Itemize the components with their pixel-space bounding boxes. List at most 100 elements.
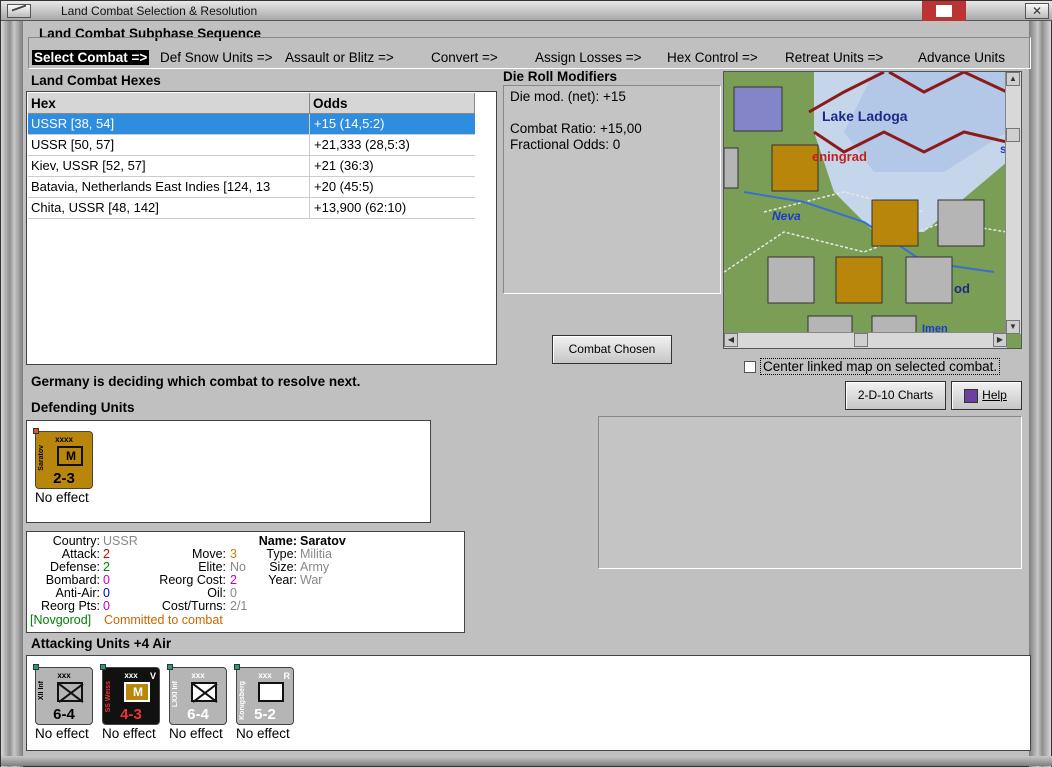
infantry-symbol-icon <box>191 682 217 702</box>
step-select-combat: Select Combat => <box>32 50 150 65</box>
map-counter[interactable] <box>937 199 985 247</box>
hex-cell: USSR [38, 54] <box>28 114 310 135</box>
unit-strength: 4-3 <box>120 706 142 723</box>
year-value: War <box>300 573 323 587</box>
unit-badge: V <box>149 671 156 681</box>
status-dot-icon <box>167 664 173 670</box>
attacking-units-box: xxx XII Inf 6-4 No effect xxx V SS Weiss… <box>26 655 1031 751</box>
scroll-left-icon[interactable]: ◀ <box>724 333 738 347</box>
table-row[interactable]: USSR [50, 57] +21,333 (28,5:3) <box>28 135 475 156</box>
attacking-title: Attacking Units +4 Air <box>31 636 172 651</box>
unit-size: xxxx <box>55 435 73 444</box>
hex-cell: USSR [50, 57] <box>28 135 310 156</box>
drm-line: Combat Ratio: +15,00 <box>510 121 642 136</box>
cost-turns-label: Cost/Turns: <box>161 599 226 613</box>
odds-cell: +20 (45:5) <box>310 177 475 198</box>
step-advance-units: Advance Units <box>918 50 1006 65</box>
scroll-right-icon[interactable]: ▶ <box>993 333 1007 347</box>
combat-chosen-button[interactable]: Combat Chosen <box>552 335 672 364</box>
drm-line <box>510 105 714 121</box>
map-horizontal-scrollbar[interactable]: ◀ ▶ <box>724 332 1007 348</box>
militia-symbol-icon: M <box>57 446 83 466</box>
hexes-title: Land Combat Hexes <box>31 73 161 88</box>
hex-cell: Batavia, Netherlands East Indies [124, 1… <box>28 177 310 198</box>
table-row[interactable]: Batavia, Netherlands East Indies [124, 1… <box>28 177 475 198</box>
die-roll-modifiers-box: Die mod. (net): +15 Combat Ratio: +15,00… <box>503 85 721 294</box>
drm-line: Die mod. (net): +15 <box>510 89 626 104</box>
attacking-unit-counter[interactable]: xxx LXXI Inf 6-4 <box>167 664 227 725</box>
column-header-hex[interactable]: Hex <box>28 93 310 114</box>
table-row[interactable]: Chita, USSR [48, 142] +13,900 (62:10) <box>28 198 475 219</box>
map-counter[interactable] <box>835 256 883 304</box>
unit-info-box: Country: USSR Attack: 2 Defense: 2 Bomba… <box>26 531 465 633</box>
land-combat-window: Land Combat Selection & Resolution ✕ Lan… <box>0 0 1052 767</box>
river-label: Neva <box>772 209 801 223</box>
help-button-label: Help <box>982 388 1007 402</box>
status-dot-icon <box>234 664 240 670</box>
cost-turns-value: 2/1 <box>230 599 248 613</box>
odds-cell: +21,333 (28,5:3) <box>310 135 475 156</box>
status-dot-icon <box>33 428 39 434</box>
unit-name: Saratov <box>38 445 45 471</box>
center-map-label[interactable]: Center linked map on selected combat. <box>760 358 1001 375</box>
linked-map[interactable]: Lake Ladoga eningrad Neva od Imen s ▲ ▼ … <box>723 71 1022 349</box>
scroll-down-icon[interactable]: ▼ <box>1006 320 1020 334</box>
map-counter[interactable] <box>733 86 783 132</box>
location-value: [Novgorod] <box>30 613 92 627</box>
militia-symbol-icon: M <box>258 682 284 702</box>
reorg-pts-label: Reorg Pts: <box>40 599 100 613</box>
window-frame-left <box>1 21 23 767</box>
step-hex-control: Hex Control => <box>667 50 758 65</box>
status-message: Germany is deciding which combat to reso… <box>31 374 361 389</box>
hex-cell: Chita, USSR [48, 142] <box>28 198 310 219</box>
title-bar: Land Combat Selection & Resolution ✕ <box>1 1 1052 21</box>
map-counter[interactable] <box>871 199 919 247</box>
infantry-symbol-icon <box>57 682 83 702</box>
step-assault-or-blitz: Assault or Blitz => <box>285 50 394 65</box>
horizontal-scroll-thumb[interactable] <box>854 333 868 347</box>
unit-effect: No effect <box>236 726 290 741</box>
map-counter[interactable] <box>905 256 953 304</box>
drm-title: Die Roll Modifiers <box>503 69 618 84</box>
column-header-odds[interactable]: Odds <box>310 93 475 114</box>
charts-button[interactable]: 2-D-10 Charts <box>845 381 946 410</box>
step-def-snow-units: Def Snow Units => <box>160 50 273 65</box>
unit-size: xxx <box>57 671 71 680</box>
hex-cell: Kiev, USSR [52, 57] <box>28 156 310 177</box>
map-counter[interactable] <box>767 256 815 304</box>
attacking-unit-counter[interactable]: xxx R Konigsberg M 5-2 <box>234 664 294 725</box>
unit-effect: No effect <box>102 726 156 741</box>
help-button[interactable]: Help <box>951 381 1022 410</box>
system-menu-icon[interactable] <box>7 4 31 18</box>
unit-strength: 6-4 <box>53 706 75 723</box>
attacking-unit-counter[interactable]: xxx V SS Weiss M 4-3 <box>100 664 160 725</box>
combat-hexes-table: Hex Odds USSR [38, 54] +15 (14,5:2) USSR… <box>26 91 497 365</box>
map-vertical-scrollbar[interactable]: ▲ ▼ <box>1005 72 1021 334</box>
step-retreat-units: Retreat Units => <box>785 50 884 65</box>
center-map-checkbox[interactable] <box>744 361 756 373</box>
militia-symbol-icon: M <box>124 682 150 702</box>
table-row[interactable]: USSR [38, 54] +15 (14,5:2) <box>28 114 475 135</box>
german-flag-icon <box>922 1 966 21</box>
drm-line: Fractional Odds: 0 <box>510 137 621 152</box>
unit-name: XII Inf <box>38 681 45 701</box>
table-row[interactable]: Kiev, USSR [52, 57] +21 (36:3) <box>28 156 475 177</box>
scroll-up-icon[interactable]: ▲ <box>1006 72 1020 86</box>
unit-strength: 5-2 <box>254 706 276 723</box>
help-book-icon <box>964 389 978 403</box>
unit-effect: No effect <box>35 490 89 505</box>
map-counter[interactable] <box>724 147 739 189</box>
window-title: Land Combat Selection & Resolution <box>61 4 258 18</box>
defending-detail-panel <box>598 416 1022 569</box>
unit-strength: 2-3 <box>53 470 75 487</box>
unit-effect: No effect <box>35 726 89 741</box>
lake-label: Lake Ladoga <box>822 108 908 124</box>
vertical-scroll-thumb[interactable] <box>1006 128 1020 142</box>
close-button[interactable]: ✕ <box>1025 3 1049 19</box>
unit-badge: R <box>283 671 291 681</box>
odds-cell: +13,900 (62:10) <box>310 198 475 219</box>
city-label: eningrad <box>812 149 867 164</box>
defending-unit-counter[interactable]: xxxx Saratov M 2-3 <box>33 428 93 489</box>
attacking-unit-counter[interactable]: xxx XII Inf 6-4 <box>33 664 93 725</box>
map-canvas[interactable]: Lake Ladoga eningrad Neva od Imen s <box>724 72 1007 334</box>
